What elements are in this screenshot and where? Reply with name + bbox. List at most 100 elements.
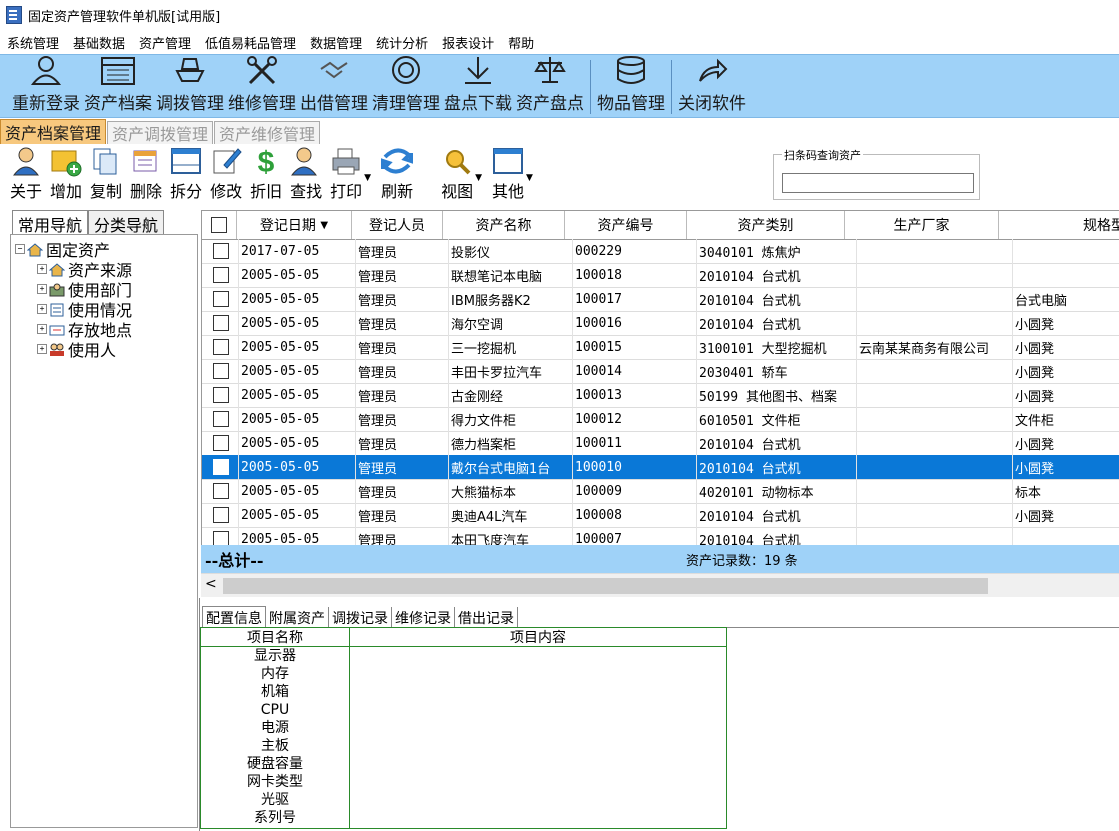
goods-button[interactable]: 物品管理 (595, 56, 667, 117)
header-register-date[interactable]: 登记日期 ▼ (237, 211, 352, 239)
row-select-cell[interactable] (202, 287, 239, 311)
row-select-cell[interactable] (202, 503, 239, 527)
tab-lend-records[interactable]: 借出记录 (455, 607, 518, 629)
clean-button[interactable]: 清理管理 (370, 56, 442, 117)
row-checkbox[interactable] (213, 291, 229, 307)
table-row[interactable]: 2005-05-05 管理员 联想笔记本电脑 100018 2010104 台式机 (202, 263, 1119, 288)
row-checkbox[interactable] (213, 459, 229, 475)
expand-icon[interactable]: + (37, 264, 47, 274)
table-row[interactable]: 2017-07-05 管理员 投影仪 000229 3040101 炼焦炉 (202, 239, 1119, 264)
tab-common-nav[interactable]: 常用导航 (12, 210, 89, 237)
select-all-checkbox[interactable] (211, 217, 227, 233)
menu-asset[interactable]: 资产管理 (132, 33, 198, 52)
header-asset-name[interactable]: 资产名称 (443, 211, 565, 239)
inventory-download-button[interactable]: 盘点下载 (442, 57, 514, 117)
asset-archive-button[interactable]: 资产档案 (82, 57, 154, 117)
depreciation-button[interactable]: $ 折旧 (246, 144, 286, 206)
table-row[interactable]: 2005-05-05 管理员 古金刚经 100013 50199 其他图书、档案 小圆凳 (202, 383, 1119, 408)
table-row[interactable]: 2005-05-05 管理员 戴尔台式电脑1台 100010 2010104 台式机 小圆… (202, 455, 1119, 480)
header-asset-number[interactable]: 资产编号 (565, 211, 687, 239)
menu-report[interactable]: 报表设计 (435, 33, 501, 52)
row-checkbox[interactable] (213, 483, 229, 499)
find-button[interactable]: 查找 (286, 144, 326, 206)
detail-item-name[interactable]: 光驱 (201, 791, 349, 809)
table-row[interactable]: 2005-05-05 管理员 德力档案柜 100011 2010104 台式机 小圆凳 (202, 431, 1119, 456)
tab-asset-archive[interactable]: 资产档案管理 (0, 119, 107, 144)
about-button[interactable]: 关于 (6, 144, 46, 206)
collapse-icon[interactable]: − (15, 244, 25, 254)
header-select-all[interactable] (202, 211, 237, 239)
row-checkbox[interactable] (213, 243, 229, 259)
tree-node-user[interactable]: + 使用人 (37, 337, 116, 361)
row-select-cell[interactable] (202, 311, 239, 335)
detail-item-name[interactable]: 硬盘容量 (201, 755, 349, 773)
table-row[interactable]: 2005-05-05 管理员 奥迪A4L汽车 100008 2010104 台式机 小圆凳 (202, 503, 1119, 528)
menu-data[interactable]: 数据管理 (303, 33, 369, 52)
detail-item-name[interactable]: 主板 (201, 737, 349, 755)
close-software-button[interactable]: 关闭软件 (676, 57, 748, 117)
menu-consumables[interactable]: 低值易耗品管理 (198, 33, 303, 52)
scrollbar-thumb[interactable] (223, 578, 988, 594)
detail-item-name[interactable]: CPU (201, 701, 349, 719)
view-dropdown-arrow-icon[interactable]: ▼ (475, 173, 482, 183)
barcode-search-input[interactable] (782, 173, 974, 193)
row-select-cell[interactable] (202, 455, 239, 479)
row-checkbox[interactable] (213, 315, 229, 331)
horizontal-scrollbar[interactable]: < (201, 573, 1119, 597)
detail-item-name[interactable]: 电源 (201, 719, 349, 737)
header-asset-category[interactable]: 资产类别 (687, 211, 845, 239)
tab-transfer-records[interactable]: 调拨记录 (329, 607, 392, 629)
header-manufacturer[interactable]: 生产厂家 (845, 211, 999, 239)
other-button[interactable]: 其他 (488, 144, 528, 206)
menu-system[interactable]: 系统管理 (0, 33, 66, 52)
row-select-cell[interactable] (202, 359, 239, 383)
copy-button[interactable]: 复制 (86, 144, 126, 206)
other-dropdown-arrow-icon[interactable]: ▼ (526, 173, 533, 183)
table-row[interactable]: 2005-05-05 管理员 IBM服务器K2 100017 2010104 台式机 台式… (202, 287, 1119, 312)
header-registrar[interactable]: 登记人员 (352, 211, 443, 239)
row-select-cell[interactable] (202, 383, 239, 407)
row-select-cell[interactable] (202, 335, 239, 359)
detail-item-name[interactable]: 系列号 (201, 809, 349, 827)
expand-icon[interactable]: + (37, 324, 47, 334)
tab-asset-repair[interactable]: 资产维修管理 (214, 121, 321, 144)
scroll-left-icon[interactable]: < (205, 576, 217, 592)
table-row[interactable]: 2005-05-05 管理员 海尔空调 100016 2010104 台式机 小圆凳 (202, 311, 1119, 336)
table-row[interactable]: 2005-05-05 管理员 大熊猫标本 100009 4020101 动物标本 标本 (202, 479, 1119, 504)
row-checkbox[interactable] (213, 387, 229, 403)
print-dropdown-arrow-icon[interactable]: ▼ (364, 173, 371, 183)
asset-inventory-button[interactable]: 资产盘点 (514, 57, 586, 117)
relogin-button[interactable]: 重新登录 (10, 56, 82, 117)
expand-icon[interactable]: + (37, 344, 47, 354)
menu-help[interactable]: 帮助 (501, 33, 541, 52)
detail-item-name[interactable]: 机箱 (201, 683, 349, 701)
view-button[interactable]: 视图 (437, 144, 477, 206)
row-checkbox[interactable] (213, 363, 229, 379)
detail-item-name[interactable]: 显示器 (201, 647, 349, 665)
split-button[interactable]: 拆分 (166, 144, 206, 206)
expand-icon[interactable]: + (37, 284, 47, 294)
expand-icon[interactable]: + (37, 304, 47, 314)
transfer-button[interactable]: 调拨管理 (154, 57, 226, 117)
tab-repair-records[interactable]: 维修记录 (392, 607, 455, 629)
row-checkbox[interactable] (213, 507, 229, 523)
refresh-button[interactable]: 刷新 (377, 144, 417, 206)
row-select-cell[interactable] (202, 239, 239, 263)
add-button[interactable]: 增加 (46, 144, 86, 206)
tab-config-info[interactable]: 配置信息 (202, 606, 266, 629)
tab-attached-assets[interactable]: 附属资产 (266, 607, 329, 629)
menu-basic-data[interactable]: 基础数据 (66, 33, 132, 52)
detail-item-name[interactable]: 网卡类型 (201, 773, 349, 791)
table-row[interactable]: 2005-05-05 管理员 得力文件柜 100012 6010501 文件柜 文件柜 (202, 407, 1119, 432)
tab-asset-transfer[interactable]: 资产调拨管理 (107, 121, 214, 144)
row-select-cell[interactable] (202, 407, 239, 431)
row-checkbox[interactable] (213, 339, 229, 355)
row-select-cell[interactable] (202, 479, 239, 503)
header-spec-model[interactable]: 规格型号 (999, 211, 1119, 239)
menu-statistics[interactable]: 统计分析 (369, 33, 435, 52)
detail-item-name[interactable]: 内存 (201, 665, 349, 683)
row-select-cell[interactable] (202, 431, 239, 455)
table-row[interactable]: 2005-05-05 管理员 丰田卡罗拉汽车 100014 2030401 轿车 小圆凳 (202, 359, 1119, 384)
table-row[interactable]: 2005-05-05 管理员 三一挖掘机 100015 3100101 大型挖掘机 云南某… (202, 335, 1119, 360)
row-checkbox[interactable] (213, 435, 229, 451)
